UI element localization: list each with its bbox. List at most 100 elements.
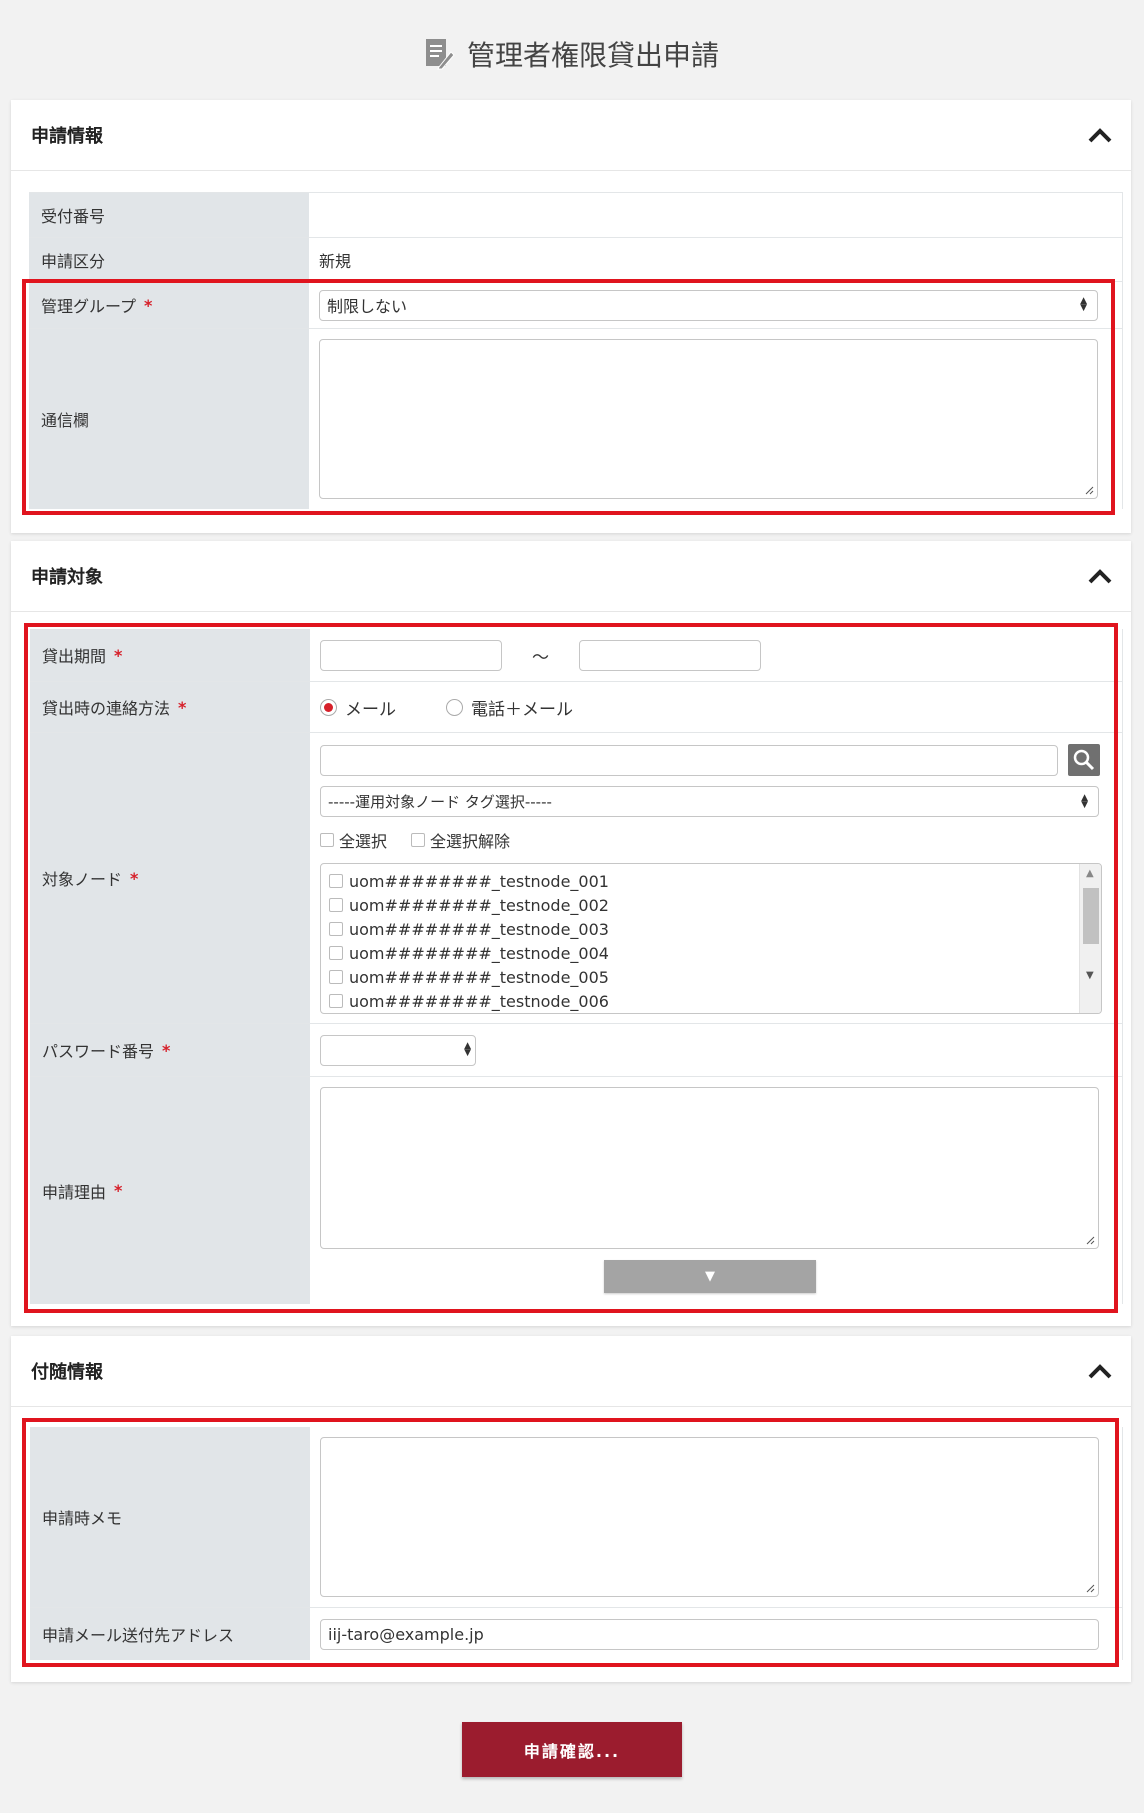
node-list-items: uom########_testnode_001 uom########_test…	[329, 869, 1101, 1013]
deselect-all-checkbox[interactable]: 全選択解除	[411, 828, 510, 852]
label-text: 申請メール送付先アドレス	[42, 1626, 235, 1645]
panel-application-target: 申請対象 貸出期間 * ～ 貸出時の連絡方法 * メール 電話＋メール 対象ノー…	[11, 541, 1131, 1326]
node-search-input[interactable]	[320, 744, 1058, 776]
label-admin-group: 管理グループ *	[29, 282, 309, 328]
row-communication: 通信欄	[29, 329, 1122, 509]
resize-grip-icon[interactable]	[1085, 1235, 1095, 1245]
chevron-up-icon[interactable]	[1087, 1362, 1113, 1380]
scroll-up-icon[interactable]: ▲	[1086, 868, 1094, 879]
panel-additional-info: 付随情報 申請時メモ 申請メール送付先アドレス iij-taro@example…	[11, 1336, 1131, 1682]
period-from-input[interactable]	[320, 639, 502, 671]
chevron-up-icon[interactable]	[1087, 126, 1113, 144]
contact-radio-mail[interactable]: メール	[320, 695, 396, 720]
section-title: 申請対象	[31, 567, 103, 588]
node-bulk-select-row: 全選択 全選択解除	[320, 828, 1122, 852]
required-mark: *	[114, 1181, 123, 1200]
contact-radio-phone-mail[interactable]: 電話＋メール	[446, 695, 573, 720]
checkbox-icon	[320, 833, 334, 847]
row-reason: 申請理由 * ▼	[30, 1077, 1122, 1304]
node-search-row	[320, 744, 1122, 776]
checkbox-icon	[411, 833, 426, 847]
mail-address-input[interactable]: iij-taro@example.jp	[320, 1618, 1099, 1650]
label-memo: 申請時メモ	[30, 1427, 310, 1607]
search-icon	[1073, 749, 1095, 771]
radio-label: メール	[345, 699, 396, 720]
expand-button[interactable]: ▼	[604, 1260, 816, 1293]
panel-header: 付随情報	[11, 1336, 1131, 1407]
scrollbar[interactable]: ▲ ▼	[1079, 864, 1101, 1013]
node-list-item[interactable]: uom########_testnode_003	[329, 917, 1101, 941]
node-list-item[interactable]: uom########_testnode_001	[329, 869, 1101, 893]
select-arrows-icon: ▲ ▼	[1080, 296, 1087, 313]
label-text: 受付番号	[41, 207, 106, 226]
memo-textarea[interactable]	[320, 1437, 1099, 1597]
panel-header: 申請情報	[11, 100, 1131, 171]
triangle-down-icon: ▼	[705, 1269, 715, 1284]
period-separator: ～	[532, 647, 549, 668]
chevron-up-icon[interactable]	[1087, 567, 1113, 585]
label-text: パスワード番号	[42, 1042, 155, 1061]
label-application-type: 申請区分	[29, 238, 309, 281]
reason-textarea[interactable]	[320, 1087, 1099, 1249]
checkbox-icon[interactable]	[329, 946, 343, 960]
node-list-item[interactable]: uom########_testnode_005	[329, 965, 1101, 989]
radio-selected-icon	[320, 698, 337, 716]
panel-application-info: 申請情報 受付番号 申請区分 新規 管理グループ * 制限しない ▲ ▼ 通信欄	[11, 100, 1131, 533]
row-application-type: 申請区分 新規	[29, 238, 1122, 282]
label-text: 対象ノード	[42, 870, 123, 889]
node-name: uom########_testnode_002	[349, 895, 609, 915]
checkbox-icon[interactable]	[329, 994, 343, 1008]
form-additional-info: 申請時メモ 申請メール送付先アドレス iij-taro@example.jp	[30, 1427, 1123, 1660]
value-contact-method: メール 電話＋メール	[310, 682, 1122, 732]
required-mark: *	[130, 868, 139, 888]
resize-grip-icon[interactable]	[1085, 1583, 1095, 1593]
confirm-application-button[interactable]: 申請確認...	[462, 1722, 682, 1777]
label-mail-address: 申請メール送付先アドレス	[30, 1608, 310, 1660]
label-text: 貸出期間	[42, 647, 107, 666]
resize-grip-icon[interactable]	[1084, 485, 1094, 495]
value-application-type: 新規	[319, 251, 352, 271]
scroll-down-icon[interactable]: ▼	[1086, 970, 1094, 981]
node-tag-select[interactable]: -----運用対象ノード タグ選択----- ▲ ▼	[320, 786, 1099, 817]
label-text: 申請時メモ	[42, 1509, 123, 1528]
select-all-checkbox[interactable]: 全選択	[320, 828, 387, 852]
select-value: 制限しない	[327, 297, 408, 316]
value-communication	[309, 329, 1122, 509]
row-mail-address: 申請メール送付先アドレス iij-taro@example.jp	[30, 1608, 1122, 1660]
form-application-target: 貸出期間 * ～ 貸出時の連絡方法 * メール 電話＋メール 対象ノード * -…	[30, 629, 1123, 1304]
value-reception-number	[309, 193, 1122, 237]
node-list-item[interactable]: uom########_testnode_002	[329, 893, 1101, 917]
select-arrows-icon: ▲ ▼	[464, 1041, 471, 1058]
button-label: 申請確認...	[523, 1741, 621, 1761]
label-period: 貸出期間 *	[30, 629, 310, 681]
password-number-select[interactable]: ▲ ▼	[320, 1034, 476, 1066]
required-mark: *	[162, 1040, 171, 1060]
label-target-nodes: 対象ノード *	[30, 733, 310, 1023]
checkbox-icon[interactable]	[329, 922, 343, 936]
node-list-item[interactable]: uom########_testnode_006	[329, 989, 1101, 1013]
label-text: 申請理由	[42, 1182, 107, 1202]
communication-textarea[interactable]	[319, 339, 1098, 499]
node-name: uom########_testnode_003	[349, 919, 609, 939]
value-mail-address: iij-taro@example.jp	[310, 1608, 1122, 1660]
admin-group-select[interactable]: 制限しない ▲ ▼	[319, 289, 1098, 321]
value-target-nodes: -----運用対象ノード タグ選択----- ▲ ▼ 全選択 全選択解除 uom#…	[310, 733, 1122, 1023]
value-period: ～	[310, 629, 1122, 681]
radio-unselected-icon	[446, 698, 463, 716]
value-memo	[310, 1427, 1122, 1607]
row-memo: 申請時メモ	[30, 1427, 1122, 1608]
checkbox-icon[interactable]	[329, 874, 343, 888]
checkbox-icon[interactable]	[329, 970, 343, 984]
checkbox-icon[interactable]	[329, 898, 343, 912]
label-text: 通信欄	[41, 411, 90, 430]
search-button[interactable]	[1068, 744, 1100, 776]
scrollbar-thumb[interactable]	[1083, 888, 1099, 944]
label-password-number: パスワード番号 *	[30, 1024, 310, 1076]
row-password-number: パスワード番号 * ▲ ▼	[30, 1024, 1122, 1077]
node-name: uom########_testnode_004	[349, 943, 609, 963]
period-to-input[interactable]	[579, 639, 761, 671]
node-list[interactable]: uom########_testnode_001 uom########_test…	[320, 863, 1102, 1014]
section-title: 付随情報	[31, 1362, 103, 1383]
row-admin-group: 管理グループ * 制限しない ▲ ▼	[29, 282, 1122, 329]
node-list-item[interactable]: uom########_testnode_004	[329, 941, 1101, 965]
